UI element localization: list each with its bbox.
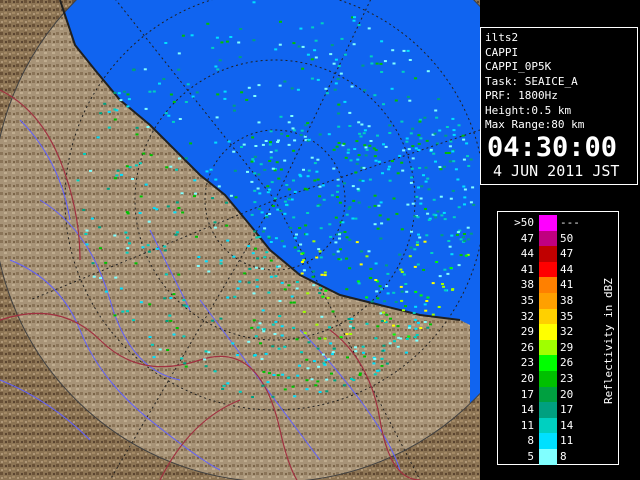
legend-lower-bound: 26 — [520, 340, 534, 354]
observation-date: 4 JUN 2011 JST — [493, 161, 620, 180]
legend-lower-bound: 32 — [520, 309, 534, 323]
legend-row: 17 20 — [502, 386, 586, 403]
legend-color-swatch — [539, 449, 557, 465]
legend-lower-bound: 20 — [520, 372, 534, 385]
legend-color-swatch — [539, 308, 557, 325]
legend-lower-bound: 17 — [520, 387, 534, 401]
legend-color-swatch — [539, 402, 557, 418]
legend-color-swatch — [539, 371, 557, 387]
legend-upper-bound: 35 — [560, 309, 574, 323]
legend-lower-bound: 23 — [520, 356, 534, 370]
observation-time: 04:30:00 — [487, 131, 618, 163]
legend-row: 29 32 — [502, 324, 586, 340]
legend-row: 35 38 — [502, 293, 586, 309]
legend-color-swatch — [539, 261, 557, 278]
legend-color-swatch — [539, 230, 557, 247]
legend-upper-bound: 29 — [560, 340, 574, 354]
prf-label: PRF: 1800Hz — [485, 89, 558, 102]
legend-lower-bound: 44 — [520, 247, 534, 261]
legend-row: 8 11 — [502, 433, 586, 449]
legend-row: 41 44 — [502, 261, 586, 278]
legend-lower-bound: >50 — [514, 216, 534, 229]
legend-color-swatch — [539, 246, 557, 262]
legend-color-swatch — [539, 277, 557, 293]
legend-upper-bound: 41 — [560, 278, 574, 292]
legend-row: 44 47 — [502, 246, 586, 262]
legend-color-swatch — [539, 417, 557, 434]
legend-upper-bound: --- — [560, 216, 580, 229]
legend-upper-bound: 11 — [560, 434, 574, 448]
legend-upper-bound: 50 — [560, 231, 574, 245]
legend-lower-bound: 29 — [520, 325, 534, 339]
legend-row: 32 35 — [502, 308, 586, 325]
legend-row: 38 41 — [502, 277, 586, 293]
site-name: ilts2 — [485, 31, 519, 44]
legend-upper-bound: 38 — [560, 294, 574, 307]
legend-color-swatch — [539, 293, 557, 309]
legend-row: 23 26 — [502, 355, 586, 371]
product-name: CAPPI_0P5K — [485, 60, 552, 73]
legend-unit-label: Reflectivity in dBZ — [602, 278, 615, 404]
legend-color-swatch — [539, 215, 557, 231]
legend-row: 58 — [502, 449, 586, 465]
task-label: Task: SEAICE_A — [485, 74, 578, 88]
legend-lower-bound: 41 — [520, 262, 534, 276]
legend-row: 11 14 — [502, 417, 586, 434]
legend-upper-bound: 44 — [560, 262, 574, 276]
legend-lower-bound: 11 — [520, 418, 534, 432]
legend-row: >50 --- — [502, 215, 586, 231]
legend-row: 14 17 — [502, 402, 586, 418]
legend-color-swatch — [539, 433, 557, 449]
legend-row: 47 50 — [502, 230, 586, 247]
legend-upper-bound: 14 — [560, 418, 574, 432]
legend-upper-bound: 47 — [560, 247, 574, 261]
legend-color-swatch — [539, 355, 557, 371]
info-panel: ilts2 CAPPI CAPPI_0P5K Task: SEAICE_A PR… — [480, 27, 638, 185]
legend-upper-bound: 17 — [560, 403, 574, 417]
legend-lower-bound: 14 — [520, 403, 534, 417]
legend-lower-bound: 38 — [520, 278, 534, 292]
legend-upper-bound: 32 — [560, 325, 574, 339]
height-label: Height:0.5 km — [485, 103, 572, 117]
legend-color-swatch — [539, 386, 557, 403]
legend-lower-bound: 47 — [520, 231, 534, 245]
legend-upper-bound: 23 — [560, 372, 574, 385]
legend-upper-bound: 26 — [560, 356, 574, 370]
max-range-label: Max Range:80 km — [485, 118, 585, 131]
legend-lower-bound: 5 — [527, 450, 534, 463]
legend-lower-bound: 8 — [527, 434, 534, 448]
legend-upper-bound: 8 — [560, 450, 567, 463]
legend-lower-bound: 35 — [520, 294, 534, 307]
legend-color-swatch — [539, 339, 557, 356]
product-type: CAPPI — [485, 45, 519, 59]
radar-map — [0, 0, 480, 480]
legend-upper-bound: 20 — [560, 387, 574, 401]
legend-row: 26 29 — [502, 339, 586, 356]
reflectivity-legend: Reflectivity in dBZ >50 --- 47 50 44 47 41 44 38… — [497, 211, 619, 465]
legend-row: 20 23 — [502, 371, 586, 387]
legend-color-swatch — [539, 324, 557, 340]
